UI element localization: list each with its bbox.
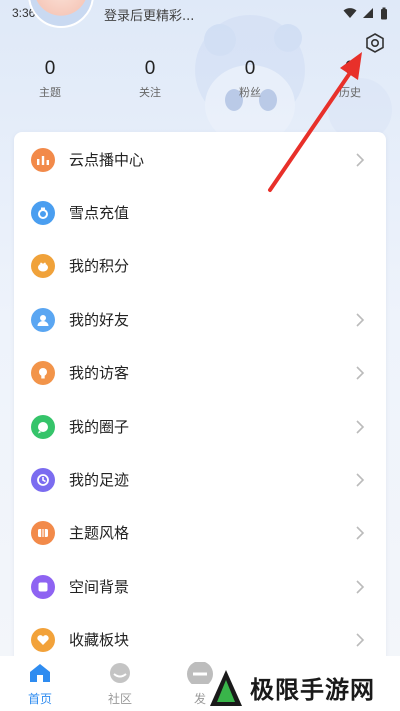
bag-icon bbox=[31, 253, 55, 278]
menu-item-label: 收藏板块 bbox=[69, 631, 130, 649]
menu-item-label: 我的圈子 bbox=[69, 418, 130, 436]
menu-item-circles[interactable]: 我的圈子 bbox=[14, 400, 386, 453]
stat-value: 0 bbox=[344, 58, 356, 79]
menu-item-label: 主题风格 bbox=[69, 524, 130, 542]
stat-label: 主题 bbox=[39, 86, 61, 99]
signal-icon bbox=[363, 8, 373, 18]
bar-chart-icon bbox=[31, 147, 55, 172]
menu-item-space-background[interactable]: 空间背景 bbox=[14, 560, 386, 613]
menu-item-theme-style[interactable]: 主题风格 bbox=[14, 506, 386, 559]
nav-label: 首页 bbox=[27, 692, 52, 706]
menu-item-friends[interactable]: 我的好友 bbox=[14, 293, 386, 346]
stat-followers[interactable]: 0 粉丝 bbox=[200, 58, 300, 102]
clock-icon bbox=[31, 467, 55, 492]
chevron-right-icon bbox=[356, 579, 365, 594]
chevron-right-icon bbox=[356, 312, 365, 327]
stat-topics[interactable]: 0 主题 bbox=[0, 58, 100, 102]
stat-value: 0 bbox=[244, 58, 256, 79]
stat-following[interactable]: 0 关注 bbox=[100, 58, 200, 102]
chevron-right-icon bbox=[356, 525, 365, 540]
menu-item-vod-center[interactable]: 云点播中心 bbox=[14, 133, 386, 186]
chevron-right-icon bbox=[356, 419, 365, 434]
ring-icon bbox=[31, 200, 55, 225]
chevron-right-icon bbox=[356, 472, 365, 487]
menu-item-footprints[interactable]: 我的足迹 bbox=[14, 453, 386, 506]
stat-history[interactable]: 0 历史 bbox=[300, 58, 400, 102]
menu-item-points[interactable]: 我的积分 bbox=[14, 239, 386, 292]
menu-item-label: 云点播中心 bbox=[69, 151, 145, 169]
stat-label: 关注 bbox=[139, 86, 161, 99]
menu-item-label: 我的足迹 bbox=[69, 471, 130, 489]
chevron-right-icon bbox=[356, 365, 365, 380]
menu-item-label: 空间背景 bbox=[69, 578, 130, 596]
profile-stats: 0 主题 0 关注 0 粉丝 0 历史 bbox=[0, 58, 400, 102]
chevron-right-icon bbox=[356, 632, 365, 647]
settings-button[interactable] bbox=[362, 30, 388, 56]
menu-item-label: 我的好友 bbox=[69, 311, 130, 329]
user-icon bbox=[31, 307, 55, 332]
watermark-text: 极限手游网 bbox=[250, 676, 375, 704]
bulb-icon bbox=[31, 360, 55, 385]
theme-icon bbox=[31, 520, 55, 545]
community-icon bbox=[110, 663, 130, 683]
menu-item-recharge[interactable]: 雪点充值 bbox=[14, 186, 386, 239]
watermark: 极限手游网 bbox=[208, 664, 400, 711]
login-hint[interactable]: 登录后更精彩... bbox=[104, 5, 194, 24]
watermark-logo-icon bbox=[210, 669, 242, 706]
chat-icon bbox=[31, 414, 55, 439]
menu-item-label: 雪点充值 bbox=[69, 204, 130, 222]
menu-card: 云点播中心 雪点充值 我的积分 我的好友 我的访客 我的圈子 我的足迹 主题风格… bbox=[14, 132, 386, 672]
gear-icon bbox=[366, 33, 384, 53]
heart-icon bbox=[31, 627, 55, 652]
battery-icon bbox=[381, 7, 387, 19]
menu-item-label: 我的访客 bbox=[69, 364, 130, 382]
nav-label: 社区 bbox=[107, 692, 132, 706]
square-icon bbox=[31, 574, 55, 599]
wifi-icon bbox=[343, 8, 357, 18]
stat-value: 0 bbox=[144, 58, 156, 79]
nav-item-community[interactable]: 社区 bbox=[80, 656, 160, 711]
home-icon bbox=[30, 664, 50, 682]
stat-value: 0 bbox=[44, 58, 56, 79]
nav-item-home[interactable]: 首页 bbox=[0, 656, 80, 711]
menu-item-label: 我的积分 bbox=[69, 257, 130, 275]
stat-label: 粉丝 bbox=[239, 86, 261, 99]
menu-item-visitors[interactable]: 我的访客 bbox=[14, 346, 386, 399]
stat-label: 历史 bbox=[339, 86, 361, 99]
chevron-right-icon bbox=[356, 152, 365, 167]
